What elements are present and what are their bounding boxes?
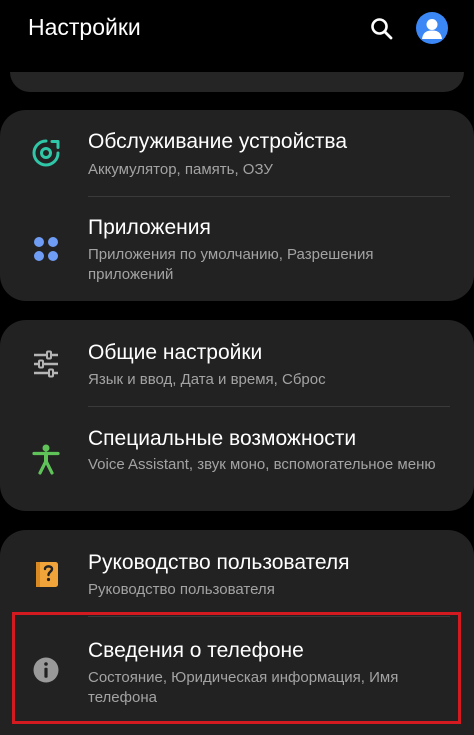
apps-icon (30, 233, 62, 265)
scrolled-card-edge (10, 72, 464, 92)
settings-item-general[interactable]: Общие настройки Язык и ввод, Дата и врем… (0, 320, 474, 406)
settings-group-3: Руководство пользователя Руководство пол… (0, 530, 474, 735)
user-manual-subtitle: Руководство пользователя (88, 581, 275, 598)
account-icon[interactable] (416, 12, 448, 44)
device-care-subtitle: Аккумулятор, память, ОЗУ (88, 161, 273, 178)
general-label: Общие настройки (88, 341, 263, 364)
accessibility-subtitle: Voice Assistant, звук моно, вспомогатель… (88, 456, 436, 473)
page-title: Настройки (28, 14, 141, 40)
accessibility-icon (30, 443, 62, 475)
top-bar: Настройки (0, 0, 474, 58)
settings-item-device-care[interactable]: Обслуживание устройства Аккумулятор, пам… (0, 110, 474, 196)
about-phone-subtitle: Состояние, Юридическая информация, Имя т… (88, 669, 399, 706)
user-manual-icon (30, 558, 62, 590)
accessibility-label: Специальные возможности (88, 427, 357, 450)
apps-subtitle: Приложения по умолчанию, Разрешения прил… (88, 246, 374, 283)
settings-item-about-phone[interactable]: Сведения о телефоне Состояние, Юридическ… (0, 617, 474, 727)
user-manual-label: Руководство пользователя (88, 551, 350, 574)
about-phone-label: Сведения о телефоне (88, 639, 304, 662)
settings-group-1: Обслуживание устройства Аккумулятор, пам… (0, 110, 474, 301)
settings-item-accessibility[interactable]: Специальные возможности Voice Assistant,… (0, 407, 474, 511)
settings-item-user-manual[interactable]: Руководство пользователя Руководство пол… (0, 530, 474, 616)
device-care-label: Обслуживание устройства (88, 130, 348, 153)
device-care-icon (30, 137, 62, 169)
search-icon[interactable] (368, 15, 396, 43)
settings-group-2: Общие настройки Язык и ввод, Дата и врем… (0, 320, 474, 511)
general-subtitle: Язык и ввод, Дата и время, Сброс (88, 371, 326, 388)
apps-label: Приложения (88, 216, 211, 239)
sliders-icon (30, 348, 62, 380)
settings-item-apps[interactable]: Приложения Приложения по умолчанию, Разр… (0, 197, 474, 301)
info-icon (30, 654, 62, 686)
